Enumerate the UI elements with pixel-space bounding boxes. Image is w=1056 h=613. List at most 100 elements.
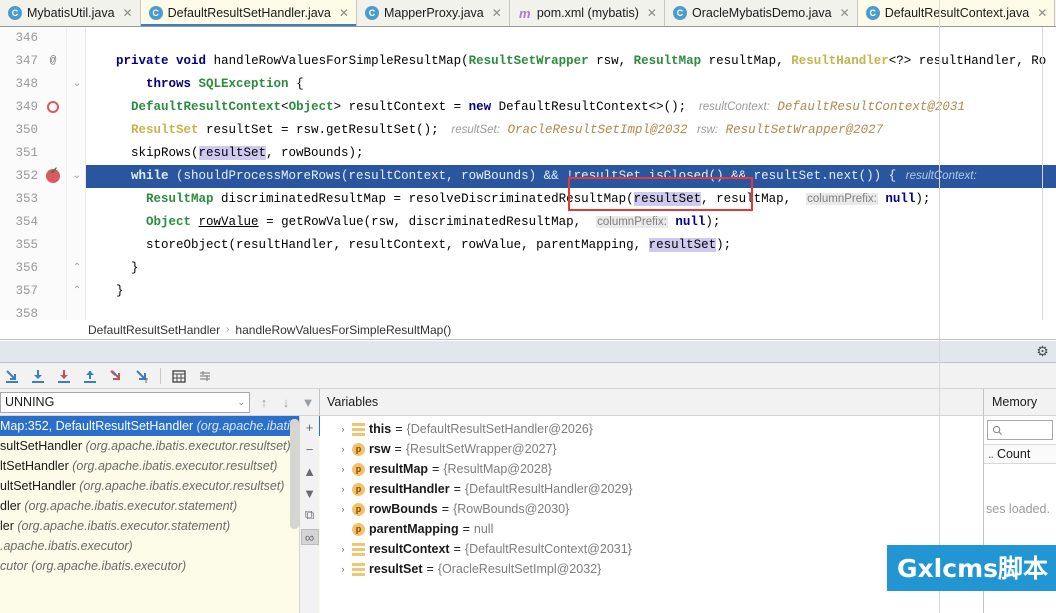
expand-arrow-icon[interactable]: › bbox=[338, 564, 348, 574]
editor-line[interactable]: 356 ⌃ } bbox=[0, 257, 1056, 280]
editor-line[interactable]: 353 ResultMap discriminatedResultMap = r… bbox=[0, 188, 1056, 211]
layout-settings-icon[interactable] bbox=[193, 364, 217, 388]
code-text[interactable]: } bbox=[86, 280, 1056, 303]
remove-watch-icon[interactable]: − bbox=[301, 441, 319, 457]
variable-row[interactable]: › resultContext = {DefaultResultContext@203… bbox=[320, 539, 983, 559]
variables-list[interactable]: › this = {DefaultResultSetHandler@2026} › p rs… bbox=[320, 416, 983, 613]
tab-defaultresultcontext[interactable]: C DefaultResultContext.java ✕ bbox=[857, 0, 1056, 26]
frames-scrollbar[interactable] bbox=[290, 419, 299, 529]
editor-line[interactable]: 348 ⌄ throws SQLException { bbox=[0, 73, 1056, 96]
step-into-icon[interactable] bbox=[52, 364, 76, 388]
breakpoint-icon[interactable] bbox=[47, 101, 59, 113]
watches-toolbar[interactable]: + − ▲ ▼ ⧉ ∞ bbox=[299, 416, 319, 613]
debugger-toolbar[interactable] bbox=[0, 363, 1056, 389]
move-up-icon[interactable]: ▲ bbox=[301, 463, 319, 479]
add-watch-icon[interactable]: + bbox=[301, 419, 319, 435]
frames-list[interactable]: Map:352, DefaultResultSetHandler (org.ap… bbox=[0, 416, 320, 613]
variable-row[interactable]: › resultSet = {OracleResultSetImpl@2032} bbox=[320, 559, 983, 579]
code-text[interactable]: while (shouldProcessMoreRows(resultConte… bbox=[86, 165, 1056, 188]
editor-line[interactable]: 351 skipRows(resultSet, rowBounds); bbox=[0, 142, 1056, 165]
editor-line[interactable]: 347 @ private void handleRowValuesForSimp… bbox=[0, 50, 1056, 73]
code-text[interactable]: throws SQLException { bbox=[86, 73, 1056, 96]
code-fold-icon[interactable]: ⌄ bbox=[70, 165, 84, 188]
tab-mybatisutil[interactable]: C MybatisUtil.java ✕ bbox=[0, 0, 141, 26]
frame-row[interactable]: Map:352, DefaultResultSetHandler (org.ap… bbox=[0, 416, 320, 436]
frames-up-icon[interactable]: ↑ bbox=[253, 391, 275, 413]
editor-line[interactable]: 354 Object rowValue = getRowValue(rsw, d… bbox=[0, 211, 1056, 234]
code-text[interactable]: ResultSet resultSet = rsw.getResultSet()… bbox=[86, 119, 1056, 142]
run-to-cursor-icon[interactable] bbox=[130, 364, 154, 388]
code-text[interactable]: storeObject(resultHandler, resultContext… bbox=[86, 234, 1056, 257]
frames-filter-icon[interactable]: ▼ bbox=[297, 391, 319, 413]
code-fold-icon[interactable]: ⌄ bbox=[70, 73, 84, 96]
frames-down-icon[interactable]: ↓ bbox=[275, 391, 297, 413]
close-icon[interactable]: ✕ bbox=[647, 7, 657, 19]
close-icon[interactable]: ✕ bbox=[1037, 7, 1047, 19]
code-text[interactable]: private void handleRowValuesForSimpleRes… bbox=[86, 50, 1056, 73]
breadcrumb-method[interactable]: handleRowValuesForSimpleResultMap() bbox=[235, 323, 451, 337]
variable-row[interactable]: ›pparentMapping=null bbox=[320, 519, 983, 539]
editor-line[interactable]: 355 storeObject(resultHandler, resultCon… bbox=[0, 234, 1056, 257]
code-fold-icon[interactable]: ⌃ bbox=[70, 280, 84, 303]
expand-arrow-icon[interactable]: › bbox=[338, 444, 348, 454]
tab-pomxml[interactable]: m pom.xml (mybatis) ✕ bbox=[509, 0, 665, 26]
annotation-marker-icon[interactable]: @ bbox=[44, 50, 62, 73]
breakpoint-hit-icon[interactable] bbox=[46, 166, 60, 183]
code-text[interactable] bbox=[86, 303, 1056, 320]
close-icon[interactable]: ✕ bbox=[492, 7, 502, 19]
variable-row[interactable]: › this = {DefaultResultSetHandler@2026} bbox=[320, 419, 983, 439]
code-editor[interactable]: 346 347 @ private void handleRowValuesForS… bbox=[0, 27, 1056, 320]
expand-arrow-icon[interactable]: › bbox=[338, 484, 348, 494]
gear-icon[interactable]: ⚙ bbox=[1035, 344, 1050, 359]
editor-line[interactable]: 349 DefaultResultContext<Object> resultC… bbox=[0, 96, 1056, 119]
evaluate-expression-icon[interactable] bbox=[167, 364, 191, 388]
close-icon[interactable]: ✕ bbox=[840, 7, 850, 19]
code-text[interactable]: Object rowValue = getRowValue(rsw, discr… bbox=[86, 211, 1056, 234]
variable-row[interactable]: › p rowBounds = {RowBounds@2030} bbox=[320, 499, 983, 519]
expand-arrow-icon[interactable]: › bbox=[338, 504, 348, 514]
close-icon[interactable]: ✕ bbox=[339, 7, 349, 19]
frame-row[interactable]: ler (org.apache.ibatis.executor.statemen… bbox=[0, 516, 320, 536]
expand-arrow-icon[interactable]: › bbox=[338, 544, 348, 554]
variable-row[interactable]: › p rsw = {ResultSetWrapper@2027} bbox=[320, 439, 983, 459]
code-text[interactable]: ResultMap discriminatedResultMap = resol… bbox=[86, 188, 1056, 211]
editor-line[interactable]: 358 bbox=[0, 303, 1056, 320]
tab-oraclemybatisdemo[interactable]: C OracleMybatisDemo.java ✕ bbox=[664, 0, 858, 26]
editor-line[interactable]: 346 bbox=[0, 27, 1056, 50]
show-execution-point-icon[interactable] bbox=[0, 364, 24, 388]
memory-search-input[interactable] bbox=[987, 420, 1053, 440]
close-icon[interactable]: ✕ bbox=[123, 7, 133, 19]
memory-column-header[interactable]: .. Count bbox=[984, 444, 1056, 464]
code-text[interactable]: DefaultResultContext<Object> resultConte… bbox=[86, 96, 1056, 119]
frame-row[interactable]: sultSetHandler (org.apache.ibatis.execut… bbox=[0, 436, 320, 456]
code-text[interactable]: } bbox=[86, 257, 1056, 280]
thread-selector[interactable]: UNNING ⌄ bbox=[0, 391, 250, 413]
editor-line[interactable]: 352 ⌄ while (shouldProcessMoreRows(result… bbox=[0, 165, 1056, 188]
force-step-into-icon[interactable] bbox=[104, 364, 128, 388]
move-down-icon[interactable]: ▼ bbox=[301, 485, 319, 501]
frame-row[interactable]: ultSetHandler (org.apache.ibatis.executo… bbox=[0, 476, 320, 496]
editor-line[interactable]: 357 ⌃ } bbox=[0, 280, 1056, 303]
editor-line[interactable]: 350 ResultSet resultSet = rsw.getResultS… bbox=[0, 119, 1056, 142]
expand-arrow-icon[interactable]: › bbox=[338, 424, 348, 434]
step-over-icon[interactable] bbox=[26, 364, 50, 388]
watches-icon[interactable]: ∞ bbox=[300, 529, 319, 545]
frame-row[interactable]: cutor (org.apache.ibatis.executor) bbox=[0, 556, 320, 576]
breadcrumb[interactable]: DefaultResultSetHandler › handleRowValue… bbox=[0, 320, 1056, 340]
tab-mapperproxy[interactable]: C MapperProxy.java ✕ bbox=[356, 0, 510, 26]
copy-icon[interactable]: ⧉ bbox=[301, 507, 319, 523]
variable-row[interactable]: › p resultHandler = {DefaultResultHandler@20… bbox=[320, 479, 983, 499]
code-text[interactable] bbox=[86, 27, 1056, 50]
code-fold-icon[interactable]: ⌃ bbox=[70, 257, 84, 280]
tab-defaultresultsethandler[interactable]: C DefaultResultSetHandler.java ✕ bbox=[140, 0, 357, 26]
frame-row[interactable]: dler (org.apache.ibatis.executor.stateme… bbox=[0, 496, 320, 516]
expand-arrow-icon[interactable]: › bbox=[338, 464, 348, 474]
variable-row[interactable]: › p resultMap = {ResultMap@2028} bbox=[320, 459, 983, 479]
chevron-down-icon[interactable]: ⌄ bbox=[237, 397, 245, 408]
step-out-icon[interactable] bbox=[78, 364, 102, 388]
breadcrumb-class[interactable]: DefaultResultSetHandler bbox=[88, 323, 220, 337]
editor-tab-bar[interactable]: C MybatisUtil.java ✕ C DefaultResultSetH… bbox=[0, 0, 1056, 27]
code-text[interactable]: skipRows(resultSet, rowBounds); bbox=[86, 142, 1056, 165]
frame-row[interactable]: ltSetHandler (org.apache.ibatis.executor… bbox=[0, 456, 320, 476]
frame-row[interactable]: .apache.ibatis.executor) bbox=[0, 536, 320, 556]
